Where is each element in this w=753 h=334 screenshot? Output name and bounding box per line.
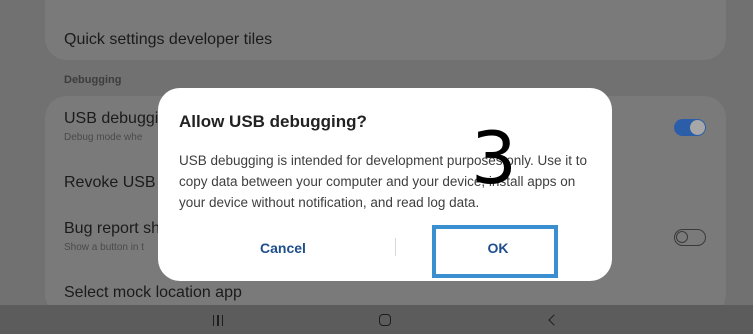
developer-tiles-item[interactable]: Quick settings developer tiles [64,31,272,49]
home-icon [379,314,391,326]
navigation-bar [0,305,753,334]
section-header-debugging: Debugging [64,74,122,86]
back-icon [548,314,560,326]
bug-report-toggle[interactable] [674,229,706,246]
toggle-knob [690,120,705,135]
usb-debugging-item[interactable]: USB debuggi [64,110,158,128]
step-number-annotation: 3 [471,116,517,200]
ok-button-highlight [432,225,558,278]
usb-debugging-toggle[interactable] [674,119,706,136]
home-button[interactable] [375,311,395,329]
bug-report-item[interactable]: Bug report sh [64,220,160,238]
back-button[interactable] [542,311,562,329]
revoke-usb-item[interactable]: Revoke USB d [64,174,169,192]
button-divider [395,238,396,256]
mock-location-item[interactable]: Select mock location app [64,284,242,302]
recents-icon[interactable] [208,311,228,329]
usb-debugging-subtitle: Debug mode whe [64,132,143,143]
dialog-message: USB debugging is intended for developmen… [179,153,587,210]
cancel-button[interactable]: Cancel [218,235,348,261]
dialog-title: Allow USB debugging? [179,112,367,131]
bug-report-subtitle: Show a button in t [64,242,145,253]
toggle-knob [676,231,688,243]
settings-card-top [45,0,726,60]
